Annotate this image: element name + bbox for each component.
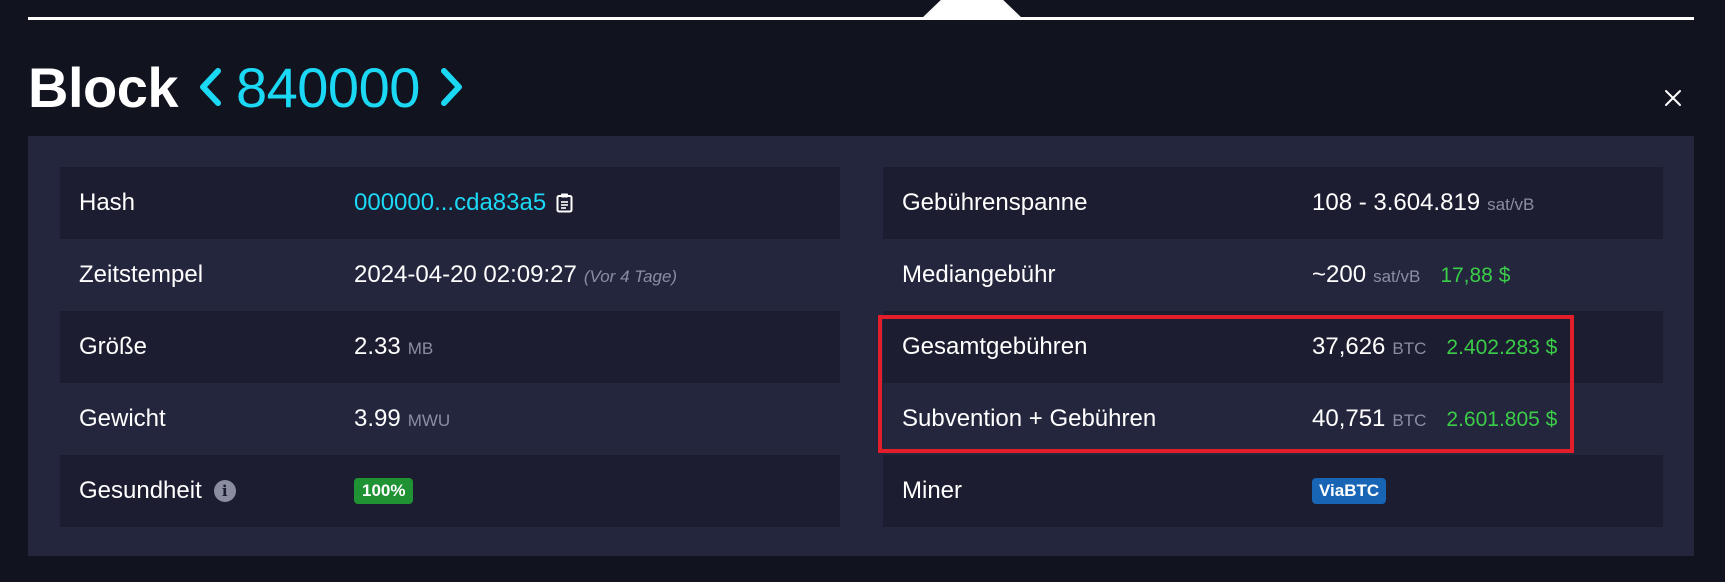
detail-label: Zeitstempel xyxy=(79,261,204,288)
size-value: 2.33 xyxy=(354,333,401,360)
detail-label: Gesamtgebühren xyxy=(902,333,1088,360)
fee-span-value: 108 - 3.604.819 xyxy=(1312,189,1481,216)
detail-value: 100% xyxy=(354,478,414,504)
subsidy-fees-value: 40,751 xyxy=(1312,405,1386,432)
weight-unit: MWU xyxy=(407,411,451,430)
top-divider xyxy=(28,17,1694,20)
relative-time: (Vor 4 Tage) xyxy=(583,267,678,286)
close-icon[interactable] xyxy=(1661,86,1685,110)
total-fees-usd: 2.402.283 $ xyxy=(1446,336,1558,359)
detail-value: 2.33 MB xyxy=(354,333,433,361)
median-fee-value: ~200 xyxy=(1312,261,1367,288)
detail-row-fee-span: Gebührenspanne 108 - 3.604.819 sat/vB xyxy=(883,167,1663,239)
chevron-right-icon[interactable] xyxy=(440,67,464,107)
total-fees-value: 37,626 xyxy=(1312,333,1386,360)
detail-label: Miner xyxy=(902,477,963,504)
detail-row-total-fees: Gesamtgebühren 37,626 BTC 2.402.283 $ xyxy=(883,311,1663,383)
detail-value: 40,751 BTC 2.601.805 $ xyxy=(1312,405,1557,433)
detail-row-size: Größe 2.33 MB xyxy=(60,311,840,383)
detail-label: Gewicht xyxy=(79,405,166,432)
detail-value: 3.99 MWU xyxy=(354,405,450,433)
detail-row-hash: Hash 000000...cda83a5 xyxy=(60,167,840,239)
detail-value: ~200 sat/vB 17,88 $ xyxy=(1312,261,1510,289)
detail-row-timestamp: Zeitstempel 2024-04-20 02:09:27 (Vor 4 T… xyxy=(60,239,840,311)
block-details-panel: Hash 000000...cda83a5 Zeitstempel 2024-0… xyxy=(28,136,1694,556)
block-details-left: Hash 000000...cda83a5 Zeitstempel 2024-0… xyxy=(60,167,840,527)
detail-label: Hash xyxy=(79,189,136,216)
detail-label: Mediangebühr xyxy=(902,261,1056,288)
detail-row-subsidy-fees: Subvention + Gebühren 40,751 BTC 2.601.8… xyxy=(883,383,1663,455)
subsidy-fees-unit: BTC xyxy=(1392,411,1427,430)
health-label: Gesundheit xyxy=(79,477,202,504)
total-fees-unit: BTC xyxy=(1392,339,1427,358)
detail-label: Gebührenspanne xyxy=(902,189,1088,216)
detail-label: Größe xyxy=(79,333,148,360)
chevron-left-icon[interactable] xyxy=(198,67,222,107)
info-icon[interactable]: i xyxy=(213,480,236,502)
detail-row-miner: Miner ViaBTC xyxy=(883,455,1663,527)
detail-row-median-fee: Mediangebühr ~200 sat/vB 17,88 $ xyxy=(883,239,1663,311)
median-fee-unit: sat/vB xyxy=(1373,267,1421,286)
page-title: Block 840000 xyxy=(28,52,464,122)
detail-value: 2024-04-20 02:09:27 (Vor 4 Tage) xyxy=(354,261,677,289)
weight-value: 3.99 xyxy=(354,405,401,432)
block-title: Block xyxy=(28,55,179,119)
miner-badge[interactable]: ViaBTC xyxy=(1312,478,1387,504)
median-fee-usd: 17,88 $ xyxy=(1440,264,1511,287)
timestamp-value: 2024-04-20 02:09:27 xyxy=(354,261,577,288)
detail-value: 000000...cda83a5 xyxy=(354,189,573,217)
detail-row-weight: Gewicht 3.99 MWU xyxy=(60,383,840,455)
detail-value: ViaBTC xyxy=(1312,478,1387,504)
fee-span-unit: sat/vB xyxy=(1487,195,1535,214)
detail-value: 108 - 3.604.819 sat/vB xyxy=(1312,189,1534,217)
detail-label: Gesundheit i xyxy=(60,477,354,505)
detail-row-health: Gesundheit i 100% xyxy=(60,455,840,527)
tab-notch xyxy=(920,0,1024,20)
detail-value: 37,626 BTC 2.402.283 $ xyxy=(1312,333,1557,361)
block-number: 840000 xyxy=(236,55,420,119)
detail-label: Subvention + Gebühren xyxy=(902,405,1157,432)
subsidy-fees-usd: 2.601.805 $ xyxy=(1446,408,1558,431)
block-details-right: Gebührenspanne 108 - 3.604.819 sat/vB Me… xyxy=(883,167,1663,527)
size-unit: MB xyxy=(407,339,434,358)
copy-icon[interactable] xyxy=(556,193,573,213)
hash-link[interactable]: 000000...cda83a5 xyxy=(354,189,546,217)
health-badge: 100% xyxy=(354,478,414,504)
